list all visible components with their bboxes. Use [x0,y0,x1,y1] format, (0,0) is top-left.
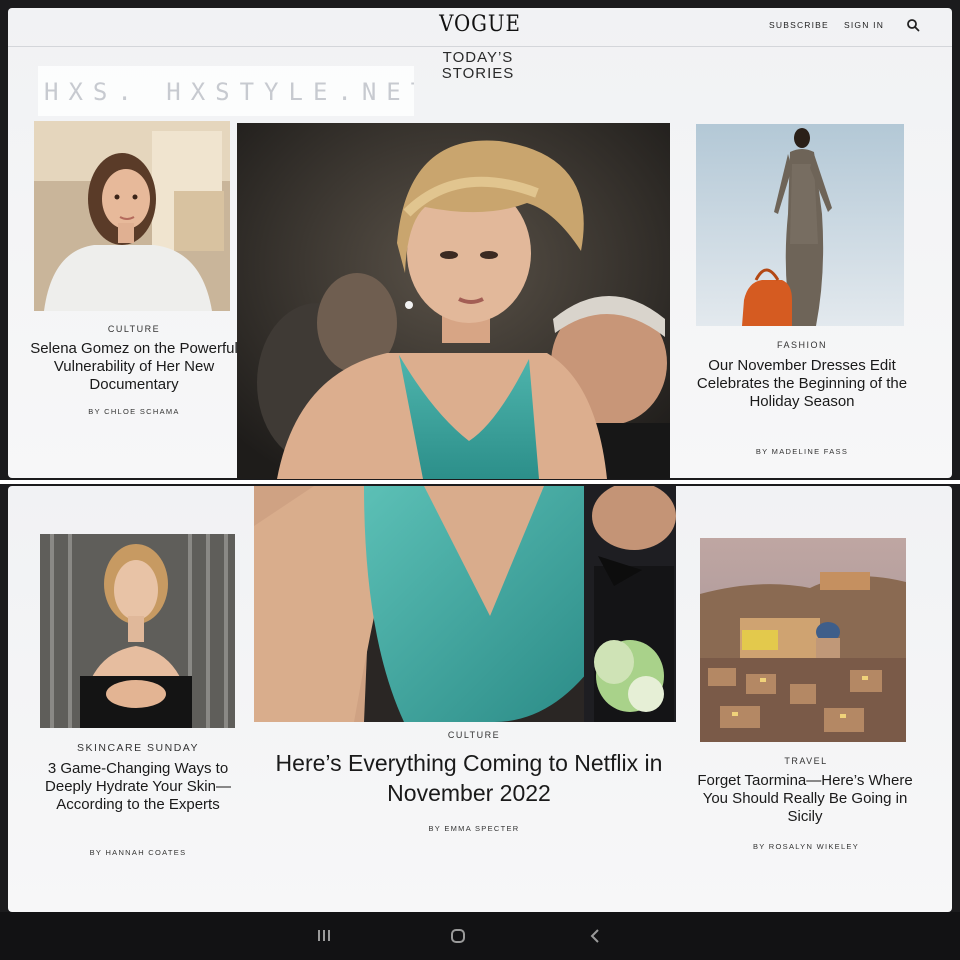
screenshot-bottom: SKINCARE SUNDAY 3 Game-Changing Ways to … [0,484,960,960]
story-headline[interactable]: Our November Dresses Edit Celebrates the… [688,357,916,411]
vogue-page-top: VOGUE SUBSCRIBE SIGN IN TODAY’S STORIES … [8,8,952,479]
story-byline: BY MADELINE FASS [755,447,849,456]
vogue-page-bottom: SKINCARE SUNDAY 3 Game-Changing Ways to … [8,486,952,912]
story-kicker[interactable]: SKINCARE SUNDAY [38,742,238,754]
header-divider [8,46,952,47]
story-kicker[interactable]: CULTURE [364,730,584,740]
watermark-overlay: HXS. HXSTYLE.NET [38,66,414,116]
system-navigation-bar [0,912,960,960]
story-byline: BY HANNAH COATES [89,848,187,857]
section-heading-line2: STORIES [441,65,515,82]
subscribe-link[interactable]: SUBSCRIBE [769,20,829,30]
story-kicker[interactable]: CULTURE [34,324,234,334]
screenshot-top: VOGUE SUBSCRIBE SIGN IN TODAY’S STORIES … [0,0,960,480]
portrait-photo[interactable] [34,121,230,311]
back-icon[interactable] [584,924,608,948]
story-byline: BY CHLOE SCHAMA [88,407,180,416]
story-headline[interactable]: 3 Game-Changing Ways to Deeply Hydrate Y… [30,760,246,814]
model-photo[interactable] [40,534,235,728]
story-byline: BY EMMA SPECTER [428,824,520,833]
story-headline[interactable]: Selena Gomez on the Powerful Vulnerabili… [28,340,240,394]
feature-headline[interactable]: Here’s Everything Coming to Netflix in N… [244,748,694,808]
sign-in-link[interactable]: SIGN IN [844,20,884,30]
sicily-photo[interactable] [700,538,906,742]
dress-photo[interactable] [696,124,904,326]
feature-photo-top[interactable] [237,123,670,479]
feature-photo-bottom[interactable] [254,486,676,722]
home-icon[interactable] [446,924,470,948]
story-byline: BY ROSALYN WIKELEY [752,842,860,851]
story-kicker[interactable]: FASHION [700,340,904,350]
section-heading-line1: TODAY’S [442,49,514,66]
recent-apps-icon[interactable] [312,924,336,948]
story-kicker[interactable]: TRAVEL [704,756,908,766]
search-icon[interactable] [906,18,920,32]
section-heading: TODAY’S STORIES [388,50,568,82]
story-headline[interactable]: Forget Taormina—Here’s Where You Should … [694,772,916,826]
